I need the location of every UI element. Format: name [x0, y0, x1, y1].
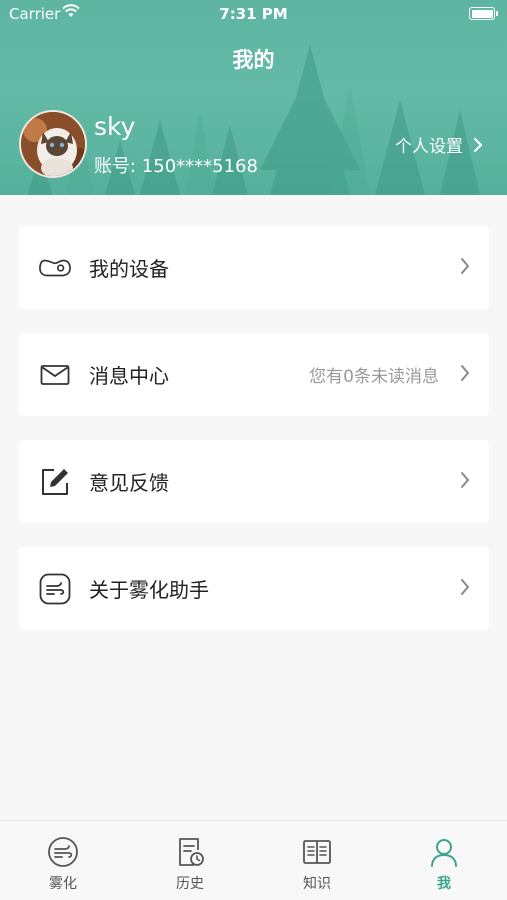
tab-label: 我: [437, 876, 451, 892]
nebulizer-tab-icon: [48, 837, 78, 867]
menu-item-my-devices[interactable]: 我的设备: [19, 226, 489, 309]
feedback-edit-icon: [39, 466, 71, 498]
tab-me[interactable]: 我: [381, 821, 507, 900]
status-bar: Carrier 7:31 PM: [0, 0, 507, 28]
tab-history[interactable]: 历史: [127, 821, 253, 900]
menu-item-message-center[interactable]: 消息中心 您有0条未读消息: [19, 333, 489, 416]
personal-settings-link[interactable]: 个人设置: [395, 132, 483, 157]
chevron-right-icon: [461, 258, 469, 274]
nebulizer-icon: [39, 573, 71, 605]
menu-item-label: 我的设备: [89, 257, 169, 281]
tab-nebulizer[interactable]: 雾化: [0, 821, 126, 900]
chevron-right-icon: [461, 472, 469, 488]
unread-messages-hint: 您有0条未读消息: [309, 367, 439, 387]
person-icon: [431, 839, 457, 867]
page-title: 我的: [232, 48, 275, 72]
tab-label: 知识: [303, 876, 331, 892]
chevron-right-icon: [461, 365, 469, 381]
menu-item-label: 意见反馈: [89, 471, 169, 495]
chevron-right-icon: [473, 137, 483, 152]
device-icon: [39, 252, 71, 284]
book-icon: [303, 840, 331, 864]
menu-item-feedback[interactable]: 意见反馈: [19, 440, 489, 523]
tab-bar: 雾化 历史 知识 我: [0, 820, 507, 900]
profile-header: Carrier 7:31 PM 我的 sky 账号: 150****5168 个…: [0, 0, 507, 195]
menu-item-label: 消息中心: [89, 364, 169, 388]
history-icon: [179, 838, 204, 866]
chevron-right-icon: [461, 579, 469, 595]
tab-knowledge[interactable]: 知识: [254, 821, 380, 900]
personal-settings-label: 个人设置: [395, 137, 463, 157]
clock: 7:31 PM: [219, 5, 288, 23]
account-number: 账号: 150****5168: [94, 156, 258, 177]
avatar[interactable]: [19, 110, 87, 178]
tab-label: 雾化: [49, 876, 77, 892]
mail-icon: [39, 359, 71, 391]
menu-item-about[interactable]: 关于雾化助手: [19, 547, 489, 630]
menu-item-label: 关于雾化助手: [89, 578, 209, 602]
battery-icon: [469, 7, 498, 20]
username: sky: [94, 112, 136, 141]
tab-label: 历史: [176, 876, 204, 892]
